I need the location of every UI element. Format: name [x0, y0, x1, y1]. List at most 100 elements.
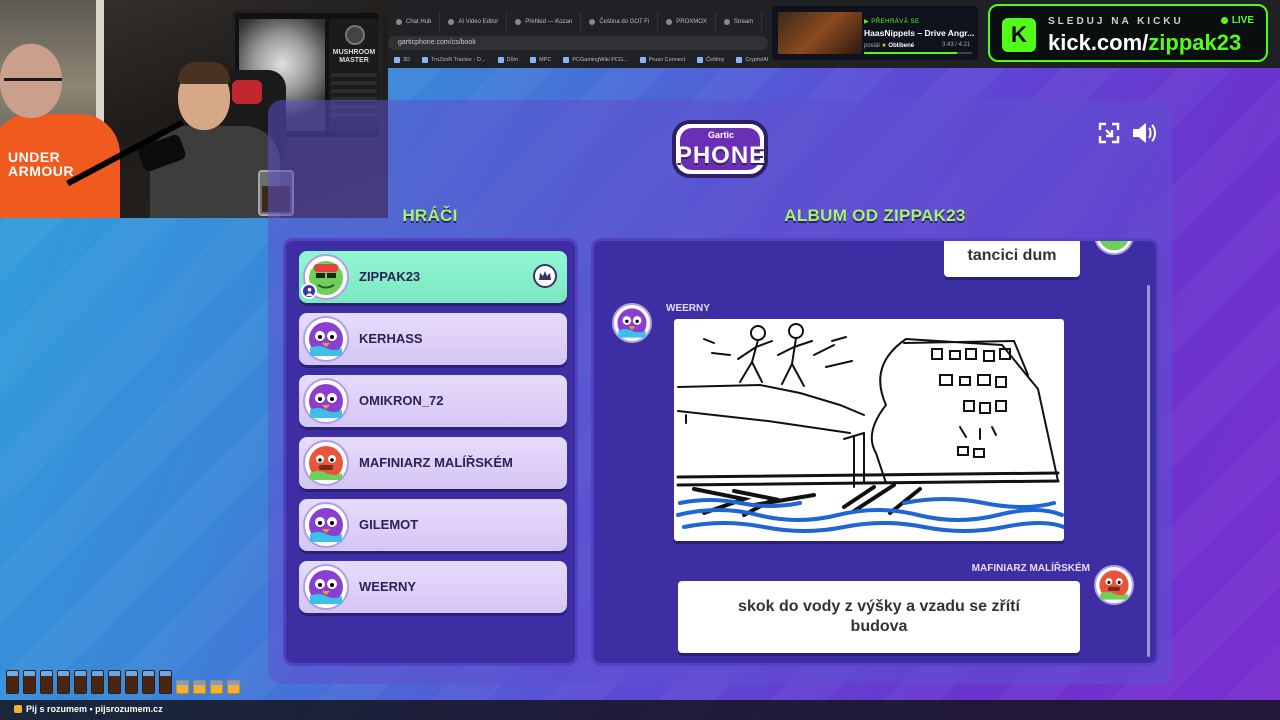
bookmark[interactable]: 3D [388, 54, 416, 66]
shot-glass-icon [159, 670, 172, 694]
crown-icon [533, 264, 557, 288]
shot-glass-icon [125, 670, 138, 694]
glass-fill [143, 675, 154, 693]
kick-callout: SLEDUJ NA KICKU [1048, 16, 1184, 27]
player-avatar [303, 316, 349, 362]
you-user-icon [301, 283, 317, 299]
tab-favicon-icon [448, 19, 455, 25]
drawing-author: WEERNY [666, 303, 710, 314]
players-panel: ZIPPAK23 KERHASS OMIKRON_72 MAFINIARZ MA… [283, 238, 578, 666]
song-progress-fill [864, 52, 957, 54]
beer-icon [14, 705, 22, 713]
player-name: MAFINIARZ MALÍŘSKÉM [359, 455, 513, 470]
shot-glass-icon [57, 670, 70, 694]
album-panel[interactable]: tancici dum WEERNY MAFINIARZ MALÍŘSKÉM s… [591, 238, 1159, 666]
monitor-row [331, 89, 377, 93]
player-avatar [303, 378, 349, 424]
volume-icon[interactable] [1132, 120, 1158, 146]
live-badge: LIVE [1220, 15, 1254, 26]
gartic-phone-logo: Gartic PHONE [658, 116, 784, 188]
browser-tab[interactable]: AI Video Editor [440, 12, 508, 32]
bottom-banner: Pij s rozumem • pijsrozumem.cz [0, 700, 1280, 720]
player-avatar [1094, 241, 1134, 255]
drink-counter [6, 670, 240, 694]
top-right-controls [1096, 120, 1158, 146]
glass-fill [24, 675, 35, 693]
bookmark-icon [394, 57, 400, 63]
tab-favicon-icon [589, 19, 596, 25]
shot-glass-icon [40, 670, 53, 694]
player-avatar [303, 502, 349, 548]
glass-fill [211, 684, 222, 693]
shot-glass-icon [6, 670, 19, 694]
player-row: MAFINIARZ MALÍŘSKÉM [299, 437, 567, 489]
glass-fill [7, 675, 18, 693]
bookmark[interactable]: MPC [524, 54, 557, 66]
tab-favicon-icon [396, 19, 402, 25]
monitor-title: MUSHROOM MASTER [332, 49, 376, 64]
fullscreen-icon[interactable] [1096, 120, 1122, 146]
song-progress-bar [864, 52, 972, 54]
bottom-banner-text: Pij s rozumem • pijsrozumem.cz [14, 704, 163, 714]
player-name: OMIKRON_72 [359, 393, 444, 408]
bookmark[interactable]: Pruso Connect [634, 54, 691, 66]
shot-glass-icon [142, 670, 155, 694]
bookmark[interactable]: Dům [492, 54, 525, 66]
kick-banner: K SLEDUJ NA KICKU LIVE kick.com/zippak23 [988, 4, 1268, 62]
live-dot-icon [1220, 17, 1228, 24]
mafiniarz-avatar [1094, 565, 1134, 605]
url-bar[interactable]: garticphone.com/cs/book [388, 36, 768, 50]
tab-favicon-icon [515, 19, 522, 25]
album-scrollbar[interactable] [1147, 285, 1150, 657]
player-row: KERHASS [299, 313, 567, 365]
album-drawing [674, 319, 1064, 541]
player-name: KERHASS [359, 331, 423, 346]
streamer-left: UNDER ARMOUR [0, 40, 120, 218]
browser-tabs: Chat Hub AI Video Editor Přehled — Kozan… [388, 12, 763, 32]
album-title: ALBUM OD ZIPPAK23 [784, 206, 966, 225]
kick-logo-icon: K [1002, 18, 1036, 52]
mushroom-logo-icon [345, 25, 365, 45]
browser-tab[interactable]: Chat Hub [388, 12, 441, 32]
browser-tab[interactable]: Čeština do GOT Fi [581, 12, 659, 32]
bookmark-icon [639, 57, 646, 63]
bookmark-icon [697, 57, 704, 63]
bookmark[interactable]: TroZzoR Tracker - D... [416, 54, 492, 66]
beer-glass-icon [227, 680, 240, 694]
beer-glass-icon [210, 680, 223, 694]
reply-author: MAFINIARZ MALÍŘSKÉM [971, 563, 1090, 574]
hair [178, 62, 230, 84]
kick-url: kick.com/zippak23 [1048, 30, 1242, 55]
bookmark[interactable]: Češtiny [691, 54, 730, 66]
tab-favicon-icon [666, 19, 673, 25]
player-name: ZIPPAK23 [359, 269, 421, 284]
bookmark-icon [563, 57, 570, 63]
glass-fill [41, 675, 52, 693]
beer-glass-icon [176, 680, 189, 694]
bookmark[interactable]: Crypto/AI [730, 54, 774, 66]
glass-fill [58, 675, 69, 693]
song-time: 3:43 / 4:21 [942, 42, 971, 48]
tab-favicon-icon [723, 19, 730, 25]
monitor-row [331, 81, 377, 85]
shot-glass-icon [23, 670, 36, 694]
bookmark-icon [736, 57, 743, 63]
browser-tab[interactable]: PROXMOX [658, 12, 716, 32]
album-reply-bubble: skok do vody z výšky a vzadu se zřítí bu… [678, 581, 1080, 653]
bookmark[interactable]: PCGamingWiki PCG... [557, 54, 633, 66]
logo-text-big: PHONE [675, 142, 767, 169]
beer-glass-icon [193, 680, 206, 694]
player-row: OMIKRON_72 [299, 375, 567, 427]
browser-tab[interactable]: Stream [716, 12, 763, 32]
glasses [4, 78, 62, 86]
song-title: HaasNippels – Drive Angr... [864, 28, 975, 38]
glass-fill [109, 675, 120, 693]
browser-tab[interactable]: Přehled — Kozan [507, 12, 582, 32]
glass-fill [228, 684, 239, 693]
album-text-bubble: tancici dum [944, 241, 1080, 277]
shot-glass-icon [74, 670, 87, 694]
glass-fill [126, 675, 137, 693]
logo-text-small: Gartic [707, 130, 734, 140]
player-row: GILEMOT [299, 499, 567, 551]
player-row: WEERNY [299, 561, 567, 613]
